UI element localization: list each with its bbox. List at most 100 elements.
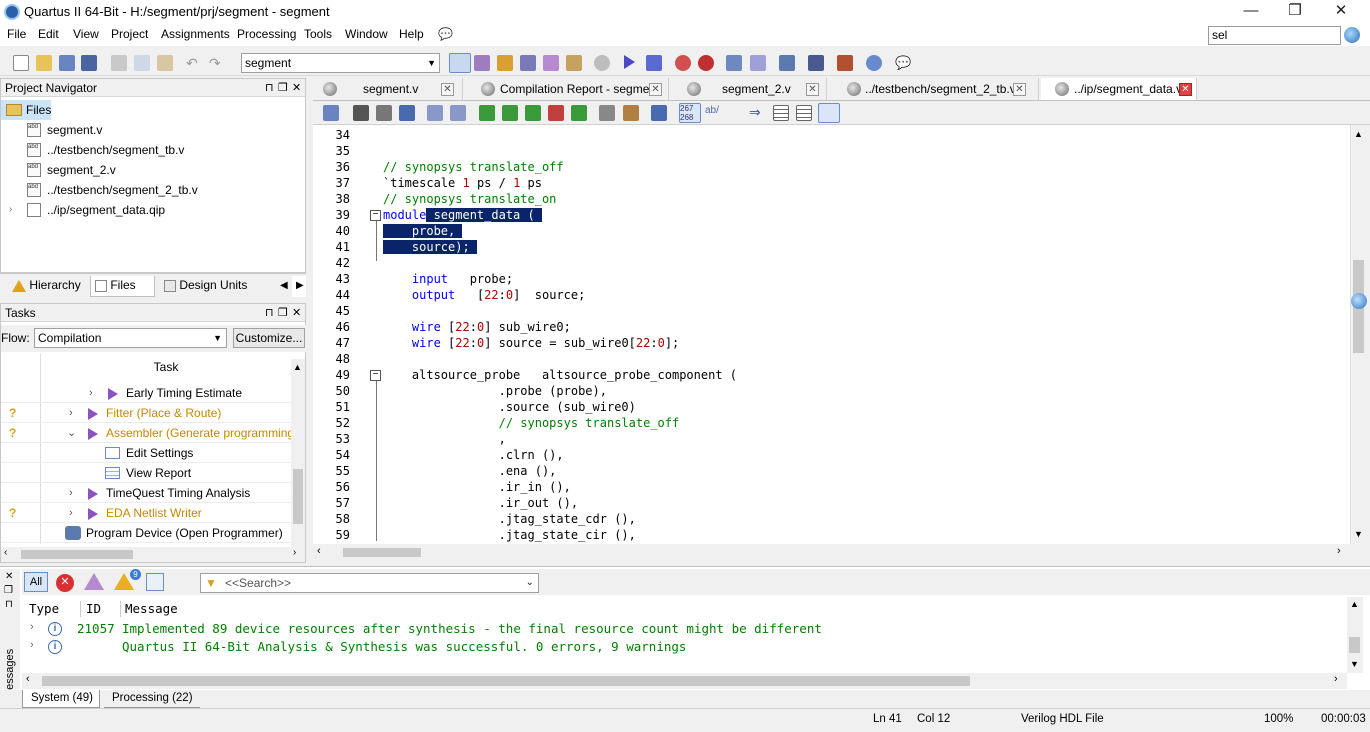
pin-icon[interactable]: ⊓ <box>265 304 274 322</box>
scroll-right-arrow[interactable]: › <box>293 547 296 558</box>
critical-warning-filter-icon[interactable] <box>84 573 104 590</box>
chip-planner-icon[interactable] <box>449 53 471 73</box>
task-row[interactable]: View Report <box>1 463 291 483</box>
file-item[interactable]: abd segment_2.v <box>1 160 301 180</box>
restore-panel-icon[interactable]: ❐ <box>4 585 13 596</box>
chevron-right-icon[interactable]: › <box>30 639 34 651</box>
line-numbers-icon[interactable]: 267 268 <box>679 103 701 123</box>
scroll-right-arrow[interactable]: › <box>1334 673 1338 685</box>
restore-panel-icon[interactable]: ❐ <box>278 79 288 97</box>
close-tab-icon[interactable]: ✕ <box>806 83 819 96</box>
bookmark-icon[interactable] <box>479 105 495 121</box>
open-folder-icon[interactable] <box>36 55 52 71</box>
globe-icon[interactable] <box>1344 27 1360 43</box>
goto-icon[interactable] <box>399 105 415 121</box>
filter-all-button[interactable]: All <box>24 572 48 592</box>
megawizard-icon[interactable] <box>837 55 853 71</box>
task-row[interactable]: Edit Settings <box>1 443 291 463</box>
flow-select[interactable]: Compilation ▼ <box>34 328 227 348</box>
scroll-left-arrow[interactable]: ◀ <box>276 276 290 297</box>
menu-help[interactable]: Help <box>399 27 424 41</box>
analysis-icon[interactable] <box>543 55 559 71</box>
task-row[interactable]: ? › EDA Netlist Writer <box>1 503 291 523</box>
help-search-input[interactable]: sel <box>1208 26 1341 45</box>
scroll-thumb[interactable] <box>293 469 303 524</box>
chip-editor-icon[interactable] <box>750 55 766 71</box>
scroll-left-arrow[interactable]: ‹ <box>317 545 321 557</box>
block-comment-icon[interactable] <box>623 105 639 121</box>
task-row[interactable]: › Early Timing Estimate <box>1 383 291 403</box>
save-icon[interactable] <box>59 55 75 71</box>
new-file-icon[interactable] <box>13 55 29 71</box>
task-row[interactable]: Program Device (Open Programmer) <box>1 523 291 543</box>
clear-bookmarks-icon[interactable] <box>548 105 564 121</box>
tab-files[interactable]: Files <box>90 276 155 297</box>
chevron-down-icon[interactable]: ⌄ <box>67 423 76 442</box>
tab-compilation-report[interactable]: Compilation Report - segment ✕ <box>463 78 669 100</box>
scroll-thumb[interactable] <box>1349 637 1360 653</box>
chevron-right-icon[interactable]: › <box>89 383 93 403</box>
menu-project[interactable]: Project <box>111 27 148 41</box>
tab-hierarchy[interactable]: Hierarchy <box>8 276 88 297</box>
start-compilation-icon[interactable] <box>624 55 635 69</box>
menu-processing[interactable]: Processing <box>237 27 296 41</box>
messages-vertical-scrollbar[interactable]: ▲ ▼ <box>1347 597 1363 673</box>
arrow-right-icon[interactable]: ⇒ <box>749 105 765 121</box>
suppress-filter-icon[interactable] <box>146 573 164 591</box>
message-search-input[interactable]: ▼ <<Search>> ⌄ <box>200 573 539 593</box>
timing-analyzer-icon[interactable] <box>675 55 691 71</box>
settings-wand-icon[interactable] <box>474 55 490 71</box>
netlist-viewer-icon[interactable] <box>726 55 742 71</box>
customize-button[interactable]: Customize... <box>233 328 305 348</box>
task-row[interactable]: › TimeQuest Timing Analysis <box>1 483 291 503</box>
message-row[interactable]: › i 21057 Implemented 89 device resource… <box>22 620 1347 638</box>
tasks-horizontal-scrollbar[interactable]: ‹ › <box>1 547 305 562</box>
message-row[interactable]: › i Quartus II 64-Bit Analysis & Synthes… <box>22 638 1347 656</box>
menu-edit[interactable]: Edit <box>38 27 59 41</box>
tab-segment-data-v[interactable]: ../ip/segment_data.v ✕ <box>1041 78 1197 100</box>
text-wrap-icon[interactable]: ab/ <box>705 105 721 121</box>
messages-horizontal-scrollbar[interactable]: ‹ › <box>22 673 1347 689</box>
close-tab-icon[interactable]: ✕ <box>1179 83 1192 96</box>
fold-collapse-icon[interactable]: − <box>370 370 381 381</box>
paste-icon[interactable] <box>157 55 173 71</box>
next-bookmark-icon[interactable] <box>502 105 518 121</box>
files-root[interactable]: Files <box>1 100 51 120</box>
menu-assignments[interactable]: Assignments <box>161 27 230 41</box>
assignment-editor-icon[interactable] <box>520 55 536 71</box>
redo-icon[interactable]: ↷ <box>209 55 225 71</box>
close-tab-icon[interactable]: ✕ <box>1013 83 1026 96</box>
pin-icon[interactable]: ⊓ <box>265 79 274 97</box>
editor-horizontal-scrollbar[interactable]: ‹ › <box>313 544 1350 561</box>
save-all-icon[interactable] <box>81 55 97 71</box>
pin-planner-icon[interactable] <box>497 55 513 71</box>
tab-segment-2-v[interactable]: segment_2.v ✕ <box>669 78 827 100</box>
help-icon[interactable] <box>866 55 882 71</box>
chevron-right-icon[interactable]: › <box>9 200 12 220</box>
outline-view-icon[interactable] <box>796 105 812 121</box>
chevron-right-icon[interactable]: › <box>30 621 34 633</box>
insert-template-icon[interactable] <box>651 105 667 121</box>
maximize-button[interactable]: ❐ <box>1272 0 1318 24</box>
close-tab-icon[interactable]: ✕ <box>649 83 662 96</box>
programmer-icon[interactable] <box>779 55 795 71</box>
find-replace-icon[interactable] <box>376 105 392 121</box>
restore-panel-icon[interactable]: ❐ <box>278 304 288 322</box>
minimize-button[interactable]: — <box>1228 0 1274 24</box>
prev-bookmark-icon[interactable] <box>525 105 541 121</box>
bookmark-list-icon[interactable] <box>571 105 587 121</box>
scroll-left-arrow[interactable]: ‹ <box>26 673 30 685</box>
error-filter-icon[interactable]: ✕ <box>56 574 74 592</box>
undo-icon[interactable]: ↶ <box>186 55 202 71</box>
file-item[interactable]: › ../ip/segment_data.qip <box>1 200 301 220</box>
close-panel-icon[interactable]: ✕ <box>292 79 301 97</box>
tab-processing[interactable]: Processing (22) <box>104 690 200 708</box>
cut-icon[interactable] <box>111 55 127 71</box>
task-row[interactable]: ? ⌄ Assembler (Generate programming file… <box>1 423 291 443</box>
scroll-right-arrow[interactable]: › <box>1337 545 1341 557</box>
compile-icon[interactable] <box>566 55 582 71</box>
project-select[interactable]: segment ▼ <box>241 53 440 73</box>
scroll-down-arrow[interactable]: ▼ <box>1350 659 1359 669</box>
menu-tools[interactable]: Tools <box>304 27 332 41</box>
scroll-thumb[interactable] <box>343 548 421 557</box>
